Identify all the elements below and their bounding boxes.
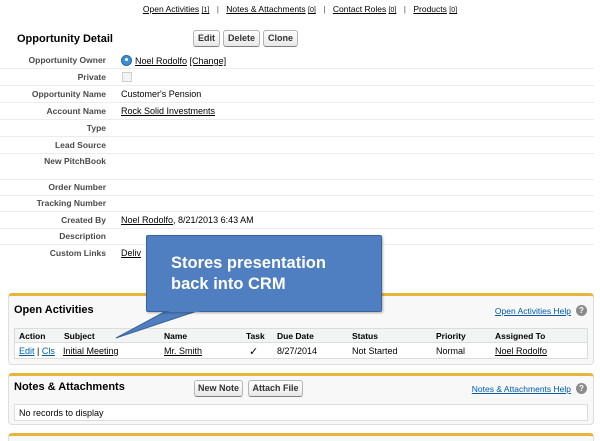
field-row-tracking: Tracking Number: [0, 195, 594, 212]
notes-attachments-section: Notes & Attachments New Note Attach File…: [8, 373, 594, 425]
new-note-button[interactable]: New Note: [194, 380, 243, 397]
section-title: Notes & Attachments: [14, 381, 125, 393]
owner-link[interactable]: Noel Rodolfo: [135, 56, 187, 66]
field-row-order: Order Number: [0, 179, 594, 196]
clone-button[interactable]: Clone: [263, 30, 298, 47]
field-label: Type: [86, 123, 106, 133]
task-check-icon: ✓: [249, 346, 259, 358]
empty-row: No records to display: [14, 404, 588, 421]
related-list-links: Open Activities [1] | Notes & Attachment…: [0, 4, 600, 14]
contact-roles-link[interactable]: Contact Roles: [333, 4, 386, 14]
user-icon: [121, 55, 132, 66]
field-row-account: Account Name Rock Solid Investments: [0, 103, 594, 120]
separator: |: [216, 4, 219, 14]
callout-line: Stores presentation: [171, 254, 326, 272]
field-row-lead-source: Lead Source: [0, 137, 594, 154]
edit-button[interactable]: Edit: [193, 30, 220, 47]
field-label: Account Name: [46, 106, 106, 116]
close-link[interactable]: Cls: [42, 346, 55, 356]
created-by-link[interactable]: Noel Rodolfo: [121, 215, 173, 225]
table-header: Action Subject Name Task Due Date Status…: [14, 328, 588, 343]
open-activities-count[interactable]: [1]: [202, 7, 210, 14]
due-date: 8/27/2014: [277, 346, 318, 356]
field-row-name: Opportunity Name Customer's Pension: [0, 86, 594, 103]
field-row-private: Private: [0, 69, 594, 86]
separator: |: [323, 4, 326, 14]
column-header: Subject: [64, 331, 95, 341]
attach-file-button[interactable]: Attach File: [248, 380, 303, 397]
separator: |: [403, 4, 406, 14]
callout-bubble: Stores presentation back into CRM: [146, 235, 382, 312]
account-link[interactable]: Rock Solid Investments: [121, 106, 215, 116]
change-owner-link[interactable]: [Change]: [190, 56, 227, 66]
open-activities-link[interactable]: Open Activities: [143, 4, 199, 14]
table-row: Edit | Cls Initial Meeting Mr. Smith ✓ 8…: [14, 343, 588, 359]
field-label: Private: [77, 72, 106, 82]
status: Not Started: [352, 346, 398, 356]
field-row-pitchbook: New PitchBook: [0, 153, 594, 180]
action-cell: Edit | Cls: [19, 346, 55, 356]
created-date: , 8/21/2013 6:43 AM: [173, 215, 254, 225]
delete-button[interactable]: Delete: [223, 30, 260, 47]
edit-link[interactable]: Edit: [19, 346, 35, 356]
field-value: Noel Rodolfo [Change]: [121, 55, 226, 66]
notes-help-link[interactable]: Notes & Attachments Help: [472, 384, 571, 394]
column-header: Assigned To: [495, 331, 546, 341]
section-title: Open Activities: [14, 304, 94, 316]
field-label: Opportunity Name: [31, 89, 106, 99]
next-section-edge: [8, 433, 594, 441]
field-label: New PitchBook: [44, 156, 106, 166]
column-header: Task: [246, 331, 265, 341]
assigned-to-link[interactable]: Noel Rodolfo: [495, 346, 547, 356]
field-label: Opportunity Owner: [28, 55, 106, 65]
help-icon[interactable]: ?: [576, 305, 587, 316]
field-label: Order Number: [48, 182, 106, 192]
column-header: Action: [19, 331, 46, 341]
name-link[interactable]: Mr. Smith: [164, 346, 202, 356]
field-row-created: Created By Noel Rodolfo, 8/21/2013 6:43 …: [0, 212, 594, 229]
action-separator: |: [37, 346, 40, 356]
column-header: Priority: [436, 331, 466, 341]
column-header: Name: [164, 331, 188, 341]
field-value: Noel Rodolfo, 8/21/2013 6:43 AM: [121, 215, 254, 225]
notes-attachments-count[interactable]: [0]: [308, 7, 316, 14]
callout-line: back into CRM: [171, 275, 286, 293]
field-label: Custom Links: [49, 248, 106, 258]
products-link[interactable]: Products: [413, 4, 447, 14]
subject-link[interactable]: Initial Meeting: [63, 346, 119, 356]
field-row-type: Type: [0, 120, 594, 137]
empty-message: No records to display: [19, 408, 104, 418]
field-label: Description: [59, 231, 106, 241]
column-header: Status: [352, 331, 378, 341]
help-icon[interactable]: ?: [576, 383, 587, 394]
column-header: Due Date: [277, 331, 314, 341]
private-checkbox: [122, 72, 132, 82]
notes-attachments-link[interactable]: Notes & Attachments: [226, 4, 305, 14]
detail-title: Opportunity Detail: [17, 33, 113, 45]
custom-link[interactable]: Deliv: [121, 248, 141, 258]
priority: Normal: [436, 346, 466, 356]
open-activities-help-link[interactable]: Open Activities Help: [495, 306, 571, 316]
field-label: Created By: [61, 215, 106, 225]
field-label: Tracking Number: [36, 198, 106, 208]
products-count[interactable]: [0]: [449, 7, 457, 14]
field-value: Customer's Pension: [121, 89, 202, 99]
field-row-owner: Opportunity Owner Noel Rodolfo [Change]: [0, 52, 594, 69]
contact-roles-count[interactable]: [0]: [389, 7, 397, 14]
field-label: Lead Source: [54, 140, 106, 150]
